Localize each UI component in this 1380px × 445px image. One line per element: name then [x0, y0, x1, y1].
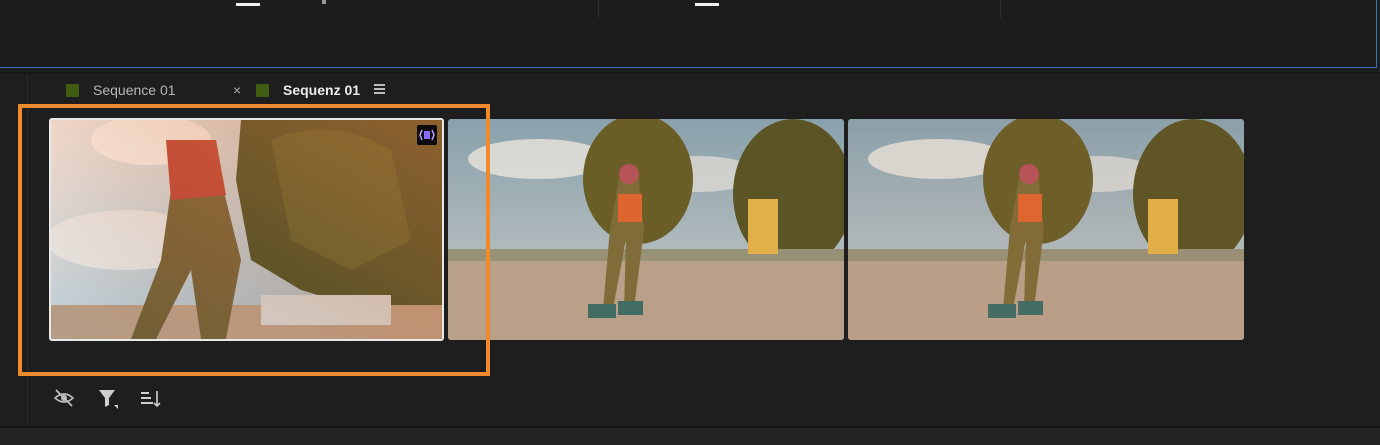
tab-label: Sequenz 01	[283, 82, 361, 98]
sequence-color-swatch	[256, 83, 269, 97]
tab-sequenz-01[interactable]: Sequenz 01	[256, 80, 360, 100]
tab-sequence-01[interactable]: Sequence 01	[66, 80, 176, 100]
sequence-color-swatch	[66, 83, 79, 97]
program-monitor-panel	[0, 0, 1377, 68]
status-bar	[0, 426, 1380, 445]
tab-label: Sequence 01	[93, 82, 176, 98]
panel-separator	[0, 72, 1380, 74]
clip-thumbnail-3[interactable]	[848, 119, 1244, 340]
panel-gutter	[27, 74, 28, 426]
playhead-marker-left	[236, 3, 260, 6]
marker-dot	[322, 0, 326, 4]
panel-menu-icon[interactable]	[374, 84, 385, 96]
sort-icon[interactable]	[139, 386, 163, 410]
playhead-marker-right	[695, 3, 719, 6]
proxy-badge-icon	[417, 125, 437, 145]
hide-icon[interactable]	[52, 386, 76, 410]
panel-divider	[598, 0, 599, 18]
clip-thumbnail-1[interactable]	[49, 118, 444, 341]
clip-thumbnail-2[interactable]	[448, 119, 844, 340]
filter-icon[interactable]	[96, 386, 120, 410]
panel-divider	[1000, 0, 1001, 18]
close-tab-icon[interactable]: ×	[233, 82, 241, 98]
